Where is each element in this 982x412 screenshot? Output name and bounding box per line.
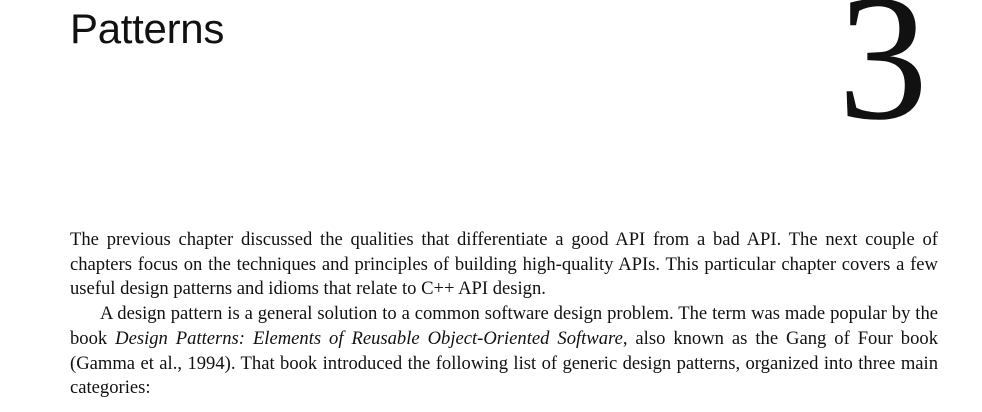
paragraph-intro: The previous chapter discussed the quali… [70, 229, 938, 300]
paragraph-design-pattern: A design pattern is a general solution t… [70, 302, 938, 401]
book-title: Design Patterns: Elements of Reusable Ob… [115, 327, 623, 349]
chapter-body: The previous chapter discussed the quali… [70, 228, 938, 401]
chapter-number: 3 [838, 0, 928, 157]
chapter-title: Patterns [70, 5, 225, 52]
